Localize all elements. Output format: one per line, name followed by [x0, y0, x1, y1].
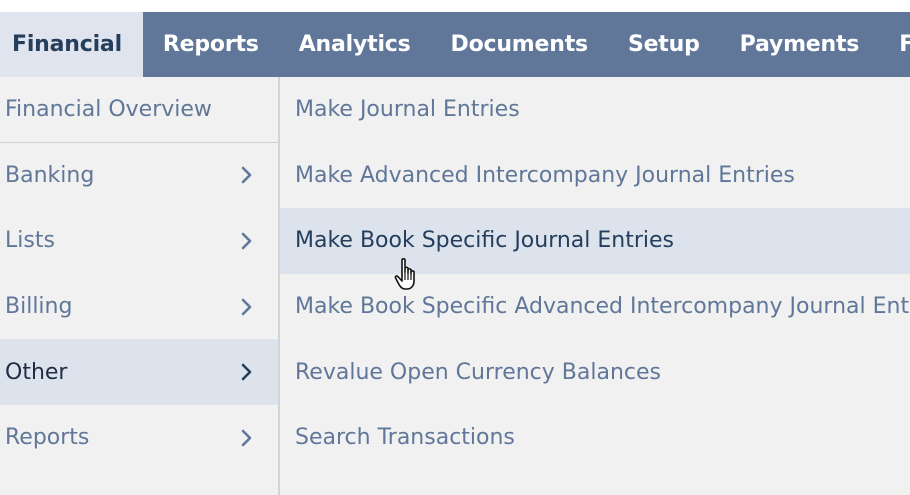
chevron-right-icon [241, 363, 252, 381]
nav-tab-financial[interactable]: Financial [0, 12, 143, 77]
nav-tab-analytics[interactable]: Analytics [279, 12, 431, 77]
menu-item-label: Lists [5, 228, 55, 254]
menu-item-label: Banking [5, 162, 95, 188]
menu-item-label: Financial Overview [5, 96, 212, 122]
menu-item-banking[interactable]: Banking [0, 143, 278, 209]
menu-item-label: Billing [5, 294, 73, 320]
submenu-item-make-advanced-intercompany-journal-entries[interactable]: Make Advanced Intercompany Journal Entri… [280, 143, 910, 209]
menu-item-other[interactable]: Other [0, 339, 278, 405]
nav-tab-payments[interactable]: Payments [720, 12, 880, 77]
chevron-right-icon [241, 298, 252, 315]
nav-tab-reports[interactable]: Reports [143, 12, 279, 77]
submenu-item-make-book-specific-journal-entries[interactable]: Make Book Specific Journal Entries [280, 208, 910, 274]
menu-item-financial-overview[interactable]: Financial Overview [0, 77, 278, 143]
nav-tab-fixed-assets[interactable]: Fixed [879, 12, 910, 77]
financial-dropdown-menu: Financial Overview Banking Lists Billing… [0, 77, 280, 495]
submenu-item-make-book-specific-advanced-intercompany-journal-entries[interactable]: Make Book Specific Advanced Intercompany… [280, 274, 910, 340]
nav-tab-documents[interactable]: Documents [431, 12, 608, 77]
menu-item-reports[interactable]: Reports [0, 405, 278, 471]
menu-item-billing[interactable]: Billing [0, 274, 278, 340]
submenu-item-revalue-open-currency-balances[interactable]: Revalue Open Currency Balances [280, 339, 910, 405]
chevron-right-icon [241, 167, 252, 184]
other-flyout-submenu: Make Journal Entries Make Advanced Inter… [280, 77, 910, 495]
submenu-item-search-transactions[interactable]: Search Transactions [280, 405, 910, 471]
submenu-item-make-journal-entries[interactable]: Make Journal Entries [280, 77, 910, 143]
menu-item-label: Reports [5, 425, 90, 451]
menu-item-label: Other [5, 359, 68, 385]
menu-item-lists[interactable]: Lists [0, 208, 278, 274]
top-navigation-bar: Financial Reports Analytics Documents Se… [0, 12, 910, 77]
chevron-right-icon [241, 232, 252, 250]
chevron-right-icon [241, 429, 252, 447]
nav-tab-setup[interactable]: Setup [608, 12, 720, 77]
